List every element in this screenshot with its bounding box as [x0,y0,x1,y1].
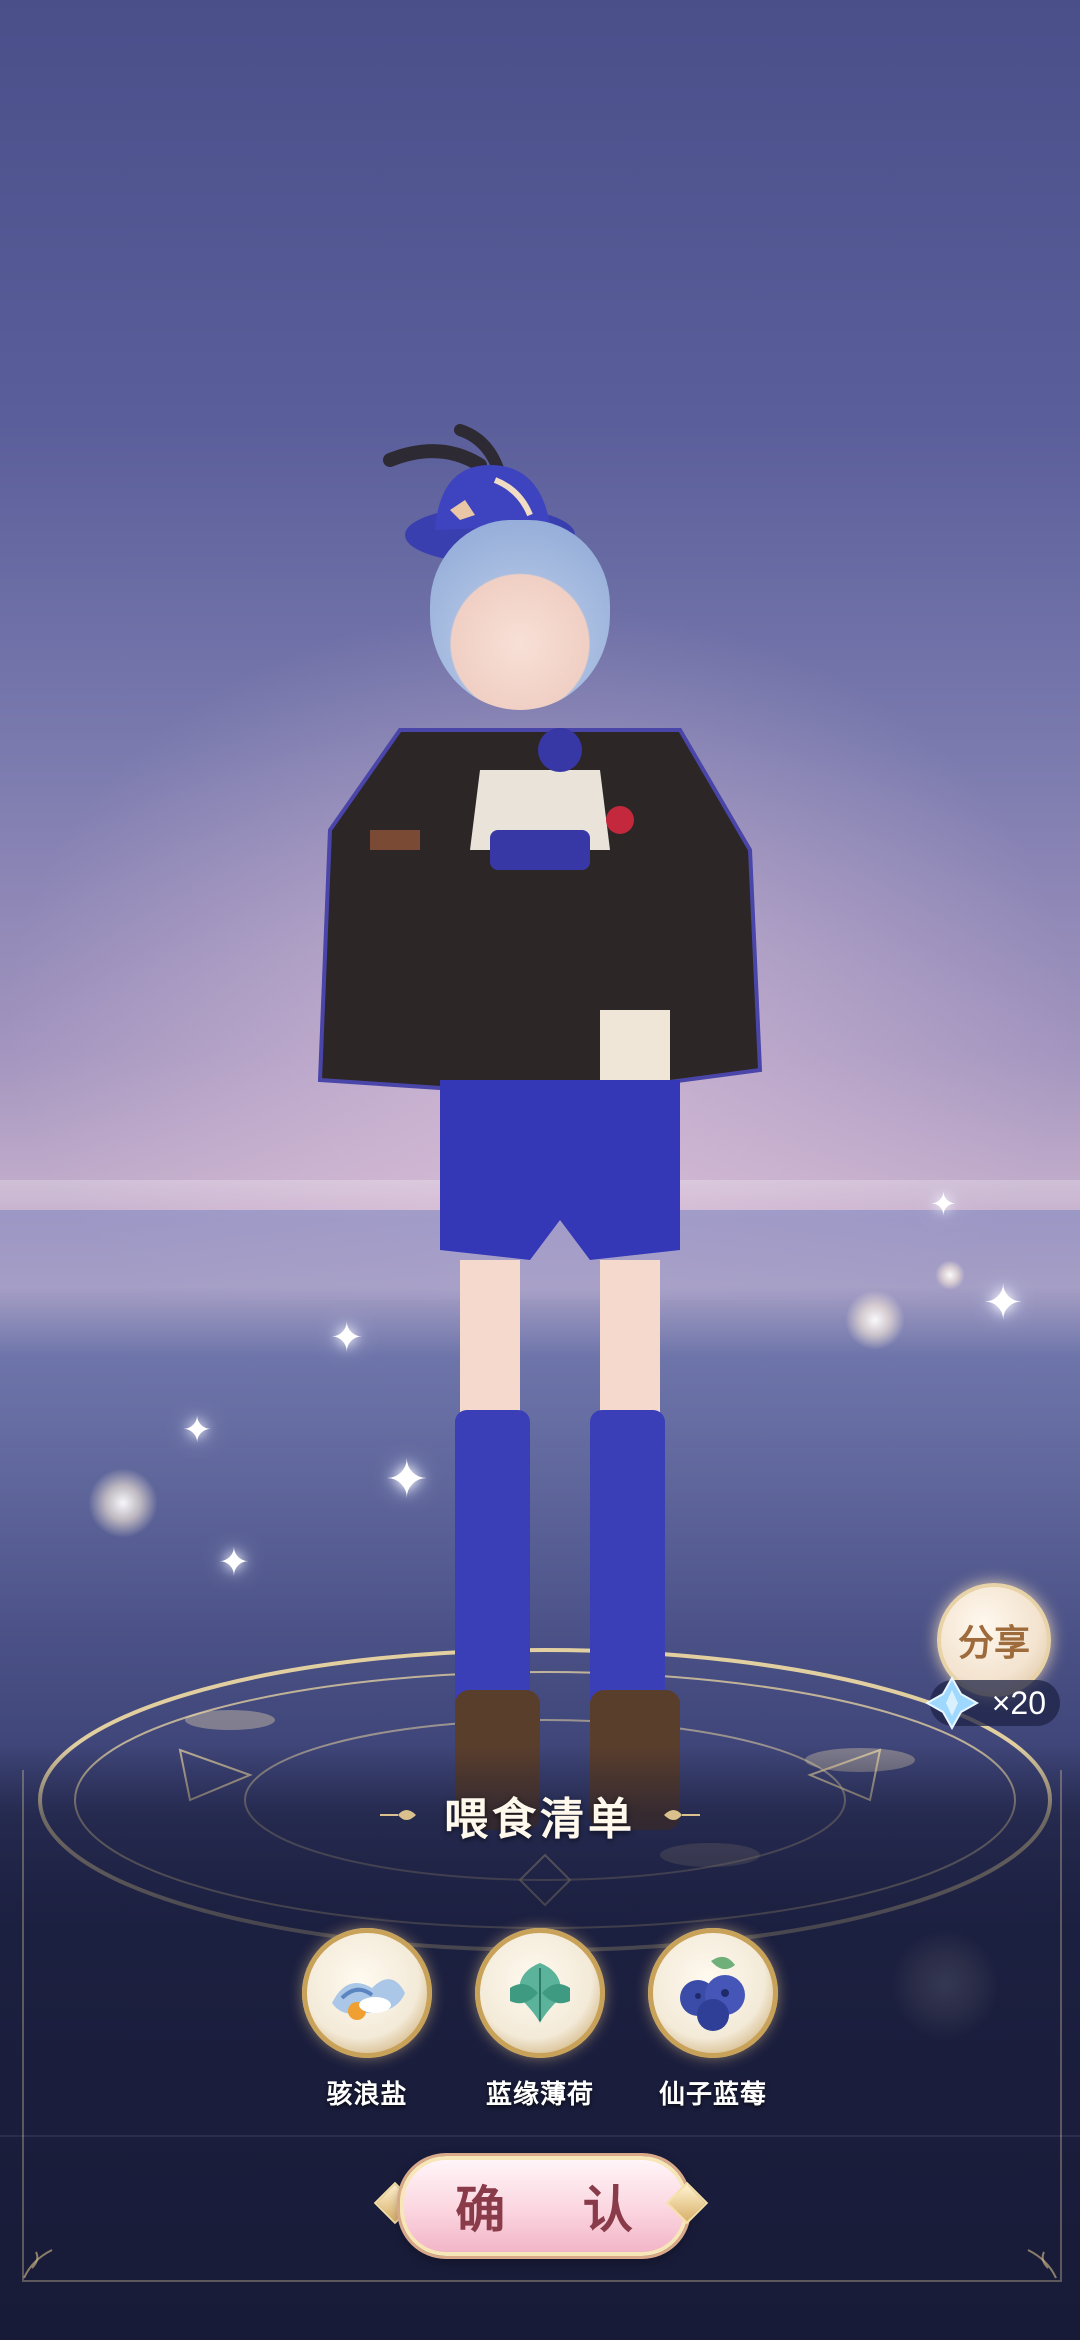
item-orb [302,1928,432,2058]
character-head [430,520,610,710]
feed-item[interactable]: 仙子蓝莓 [648,1928,778,2111]
character-model[interactable] [290,380,790,1840]
light-orb [845,1290,905,1350]
item-orb [648,1928,778,2058]
panel-divider [0,2135,1080,2137]
character-legs [440,1080,680,1830]
sparkle-icon: ✦ [930,1185,957,1223]
sparkle-icon: ✦ [182,1410,213,1451]
feed-items: 骇浪盐 蓝缘薄荷 仙子蓝莓 [0,1928,1080,2128]
blueberry-icon [680,1956,745,2031]
corner-ornament-icon [23,2249,53,2279]
confirm-label: 确 认 [455,2180,663,2239]
salt-wave-icon [332,1979,405,2020]
feed-item[interactable]: 骇浪盐 [302,1928,432,2111]
mint-leaf-icon [510,1963,570,2023]
light-orb [88,1468,158,1538]
light-orb [935,1260,965,1290]
leaf-ornament-icon [664,1810,700,1820]
share-label: 分享 [957,1623,1030,1664]
feed-list-title: 喂食清单 [444,1794,636,1845]
item-orb [475,1928,605,2058]
sparkle-icon: ✦ [218,1540,250,1584]
corner-ornament-icon [1027,2249,1057,2279]
feed-title-row: 喂食清单 [0,1785,1080,1845]
sparkle-icon: ✦ [983,1275,1024,1331]
blue-crystal-icon [925,1676,979,1730]
item-label: 骇浪盐 [326,2080,408,2110]
confirm-button[interactable]: 确 认 [400,2156,688,2256]
feed-item[interactable]: 蓝缘薄荷 [475,1928,605,2111]
character-jacket [317,728,763,1130]
reward-count: ×20 [991,1684,1046,1721]
item-label: 蓝缘薄荷 [485,2080,594,2110]
leaf-ornament-icon [380,1810,416,1820]
confirm-area: 确 认 [373,2156,709,2256]
item-label: 仙子蓝莓 [658,2080,767,2110]
